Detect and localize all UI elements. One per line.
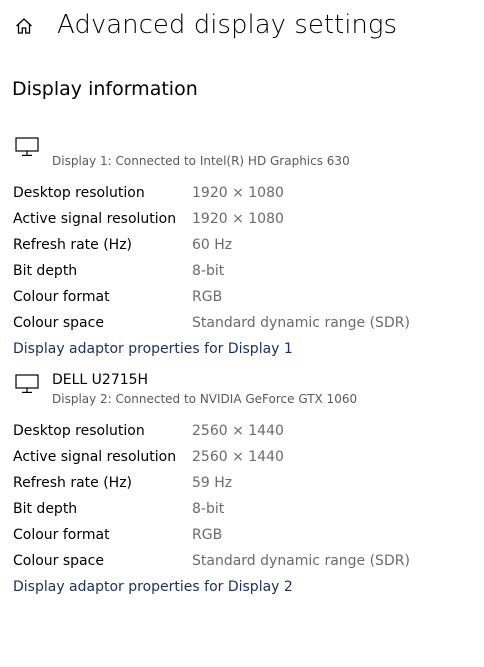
- display-1-adaptor-properties-link[interactable]: Display adaptor properties for Display 1: [13, 338, 293, 360]
- info-label: Active signal resolution: [13, 211, 177, 227]
- display-2-connection: Display 2: Connected to NVIDIA GeForce G…: [52, 392, 358, 406]
- info-value: RGB: [192, 289, 223, 305]
- info-label: Colour format: [13, 289, 110, 305]
- display-1-row-active-signal-resolution: Active signal resolution 1920 × 1080: [0, 206, 484, 232]
- display-2-adaptor-properties-link[interactable]: Display adaptor properties for Display 2: [13, 576, 293, 598]
- info-label: Refresh rate (Hz): [13, 475, 133, 491]
- info-value: Standard dynamic range (SDR): [192, 315, 410, 331]
- page-header: Advanced display settings: [0, 0, 484, 56]
- info-label: Colour space: [13, 553, 104, 569]
- display-2-row-bit-depth: Bit depth 8-bit: [0, 496, 484, 522]
- home-icon: [16, 18, 32, 34]
- info-label: Colour space: [13, 315, 104, 331]
- display-2-row-refresh-rate: Refresh rate (Hz) 59 Hz: [0, 470, 484, 496]
- info-label: Bit depth: [13, 501, 78, 517]
- display-2-row-colour-format: Colour format RGB: [0, 522, 484, 548]
- info-label: Desktop resolution: [13, 185, 145, 201]
- display-2-row-desktop-resolution: Desktop resolution 2560 × 1440: [0, 418, 484, 444]
- display-1-row-colour-space: Colour space Standard dynamic range (SDR…: [0, 310, 484, 336]
- info-value: RGB: [192, 527, 223, 543]
- info-value: 2560 × 1440: [192, 449, 284, 465]
- display-2-row-active-signal-resolution: Active signal resolution 2560 × 1440: [0, 444, 484, 470]
- display-1-row-refresh-rate: Refresh rate (Hz) 60 Hz: [0, 232, 484, 258]
- info-value: 8-bit: [192, 501, 225, 517]
- display-2-row-colour-space: Colour space Standard dynamic range (SDR…: [0, 548, 484, 574]
- info-label: Desktop resolution: [13, 423, 145, 439]
- section-title: Display information: [12, 78, 198, 100]
- monitor-icon: [15, 374, 39, 393]
- info-label: Active signal resolution: [13, 449, 177, 465]
- info-label: Bit depth: [13, 263, 78, 279]
- info-value: 8-bit: [192, 263, 225, 279]
- home-button[interactable]: [12, 14, 36, 38]
- info-label: Colour format: [13, 527, 110, 543]
- monitor-icon: [15, 137, 39, 156]
- info-label: Refresh rate (Hz): [13, 237, 133, 253]
- display-1-row-desktop-resolution: Desktop resolution 1920 × 1080: [0, 180, 484, 206]
- info-value: 59 Hz: [192, 475, 233, 491]
- info-value: Standard dynamic range (SDR): [192, 553, 410, 569]
- display-1-connection: Display 1: Connected to Intel(R) HD Grap…: [52, 154, 350, 168]
- info-value: 1920 × 1080: [192, 211, 284, 227]
- display-1-row-colour-format: Colour format RGB: [0, 284, 484, 310]
- info-value: 60 Hz: [192, 237, 233, 253]
- display-2-name: DELL U2715H: [52, 372, 149, 388]
- display-1-row-bit-depth: Bit depth 8-bit: [0, 258, 484, 284]
- info-value: 2560 × 1440: [192, 423, 284, 439]
- info-value: 1920 × 1080: [192, 185, 284, 201]
- page-title: Advanced display settings: [57, 10, 398, 40]
